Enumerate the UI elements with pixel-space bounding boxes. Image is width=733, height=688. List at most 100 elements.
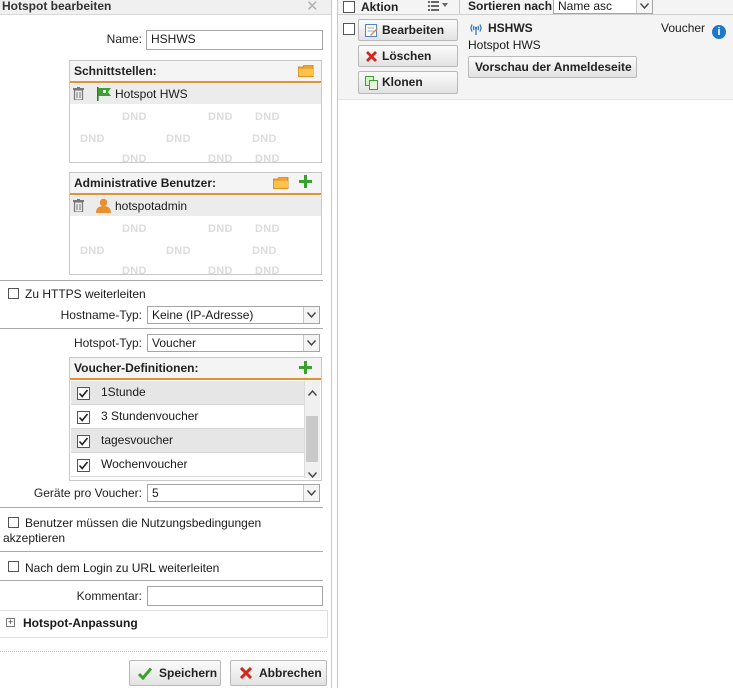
check-icon [137,667,153,683]
redirect-url-checkbox[interactable] [8,561,19,572]
hotspot-list-panel [337,0,733,688]
devices-per-voucher-value: 5 [152,486,159,500]
admin-users-header-label: Administrative Benutzer: [74,176,217,190]
comment-label: Kommentar: [76,589,142,603]
sort-select[interactable]: Name asc [553,0,653,14]
voucher-definitions-header: Voucher-Definitionen: [70,358,321,380]
cancel-button-label: Abbrechen [259,666,322,680]
voucher-list-item[interactable]: 1Stunde [71,381,304,405]
close-icon[interactable]: ✕ [306,0,319,15]
terms-checkbox[interactable] [8,517,19,528]
interface-item-label: Hotspot HWS [115,87,188,101]
dnd-watermark: DND [122,223,147,235]
save-button[interactable]: Speichern [129,660,221,686]
voucher-checkbox[interactable] [77,411,90,424]
interface-list-item: Hotspot HWS [70,84,321,104]
delete-button[interactable]: Löschen [358,45,458,67]
voucher-checkbox[interactable] [77,387,90,400]
dnd-watermark: DND [255,223,280,235]
user-icon [96,198,111,216]
scrollbar-thumb[interactable] [306,416,318,462]
list-header: Aktion Sortieren nach: Name asc [338,0,733,15]
add-icon[interactable] [299,361,312,377]
expand-icon[interactable]: + [6,618,15,627]
divider [0,651,327,652]
folder-icon[interactable] [297,64,314,80]
voucher-list-item[interactable]: tagesvoucher [71,429,304,453]
folder-icon[interactable] [272,176,289,192]
voucher-label: Wochenvoucher [101,457,188,471]
chevron-down-icon[interactable] [303,485,319,501]
dnd-watermark: DND [166,133,191,145]
dnd-watermark: DND [208,153,233,165]
preview-login-page-label: Vorschau der Anmeldeseite [475,60,632,74]
divider [0,280,323,281]
info-icon[interactable]: i [712,25,726,39]
voucher-scrollbar[interactable] [304,381,320,481]
divider [0,551,323,552]
chevron-down-icon[interactable] [303,335,319,351]
edit-button[interactable]: Bearbeiten [358,19,458,41]
voucher-list-item[interactable]: Wochenvoucher [71,453,304,477]
hotspot-list-item: Bearbeiten Löschen Klonen HSHWS Hotspot … [338,15,733,100]
clone-button[interactable]: Klonen [358,71,458,94]
dnd-watermark: DND [122,265,147,277]
redirect-url-label: Nach dem Login zu URL weiterleiten [25,561,220,575]
chevron-down-icon[interactable] [307,467,318,481]
save-button-label: Speichern [159,666,218,680]
hotspot-type-select[interactable]: Voucher [147,334,320,352]
comment-input[interactable] [147,586,323,606]
admin-list-item: hotspotadmin [70,196,321,216]
devices-per-voucher-select[interactable]: 5 [147,484,320,502]
hotspot-editor-panel: Hotspot bearbeiten ✕ Name: HSHWS Schnitt… [0,0,332,688]
hotspot-customization-label: Hotspot-Anpassung [23,616,138,630]
row-checkbox[interactable] [343,23,355,35]
dnd-watermark: DND [80,133,105,145]
divider [0,328,323,329]
hotspot-name: HSHWS [488,21,533,35]
chevron-up-icon[interactable] [307,385,318,399]
hotspot-interface: Hotspot HWS [468,38,541,52]
dnd-watermark: DND [166,245,191,257]
chevron-down-icon[interactable] [303,307,319,323]
hostname-type-label: Hostname-Typ: [60,308,142,322]
dnd-watermark: DND [255,153,280,165]
sort-value: Name asc [558,0,613,13]
dnd-watermark: DND [208,265,233,277]
dnd-watermark: DND [122,111,147,123]
dnd-watermark: DND [252,133,277,145]
dnd-watermark: DND [255,111,280,123]
voucher-checkbox[interactable] [77,435,90,448]
wifi-icon [469,22,483,38]
interfaces-header: Schnittstellen: [70,61,321,83]
chevron-down-icon[interactable] [636,0,652,13]
hostname-type-select[interactable]: Keine (IP-Adresse) [147,306,320,324]
preview-login-page-button[interactable]: Vorschau der Anmeldeseite [468,56,637,78]
voucher-label: 1Stunde [101,385,146,399]
terms-label-line1: Benutzer müssen die Nutzungsbedingungen [25,516,262,530]
select-all-checkbox[interactable] [343,1,355,13]
dnd-watermark: DND [208,111,233,123]
clone-button-label: Klonen [382,75,423,89]
admin-users-box: Administrative Benutzer: hotspotadmin DN… [69,172,322,277]
name-input[interactable]: HSHWS [146,30,323,50]
terms-label-line2: akzeptieren [3,531,66,545]
header-divider [459,0,460,14]
devices-per-voucher-label: Geräte pro Voucher: [33,486,142,500]
https-redirect-label: Zu HTTPS weiterleiten [25,287,146,301]
trash-icon[interactable] [73,87,84,103]
voucher-definitions-header-label: Voucher-Definitionen: [74,361,199,375]
voucher-list-item[interactable]: 3 Stundenvoucher [71,405,304,429]
edit-button-label: Bearbeiten [382,23,445,37]
dnd-watermark: DND [208,223,233,235]
hotspot-type-value: Voucher [152,336,197,350]
list-view-icon[interactable] [428,0,450,14]
voucher-checkbox[interactable] [77,459,90,472]
hotspot-customization-section[interactable]: + Hotspot-Anpassung [0,610,328,638]
https-redirect-checkbox[interactable] [8,288,19,299]
name-label: Name: [106,32,142,46]
trash-icon[interactable] [73,199,84,215]
close-icon [366,51,377,65]
cancel-button[interactable]: Abbrechen [230,660,327,686]
add-icon[interactable] [299,175,312,191]
